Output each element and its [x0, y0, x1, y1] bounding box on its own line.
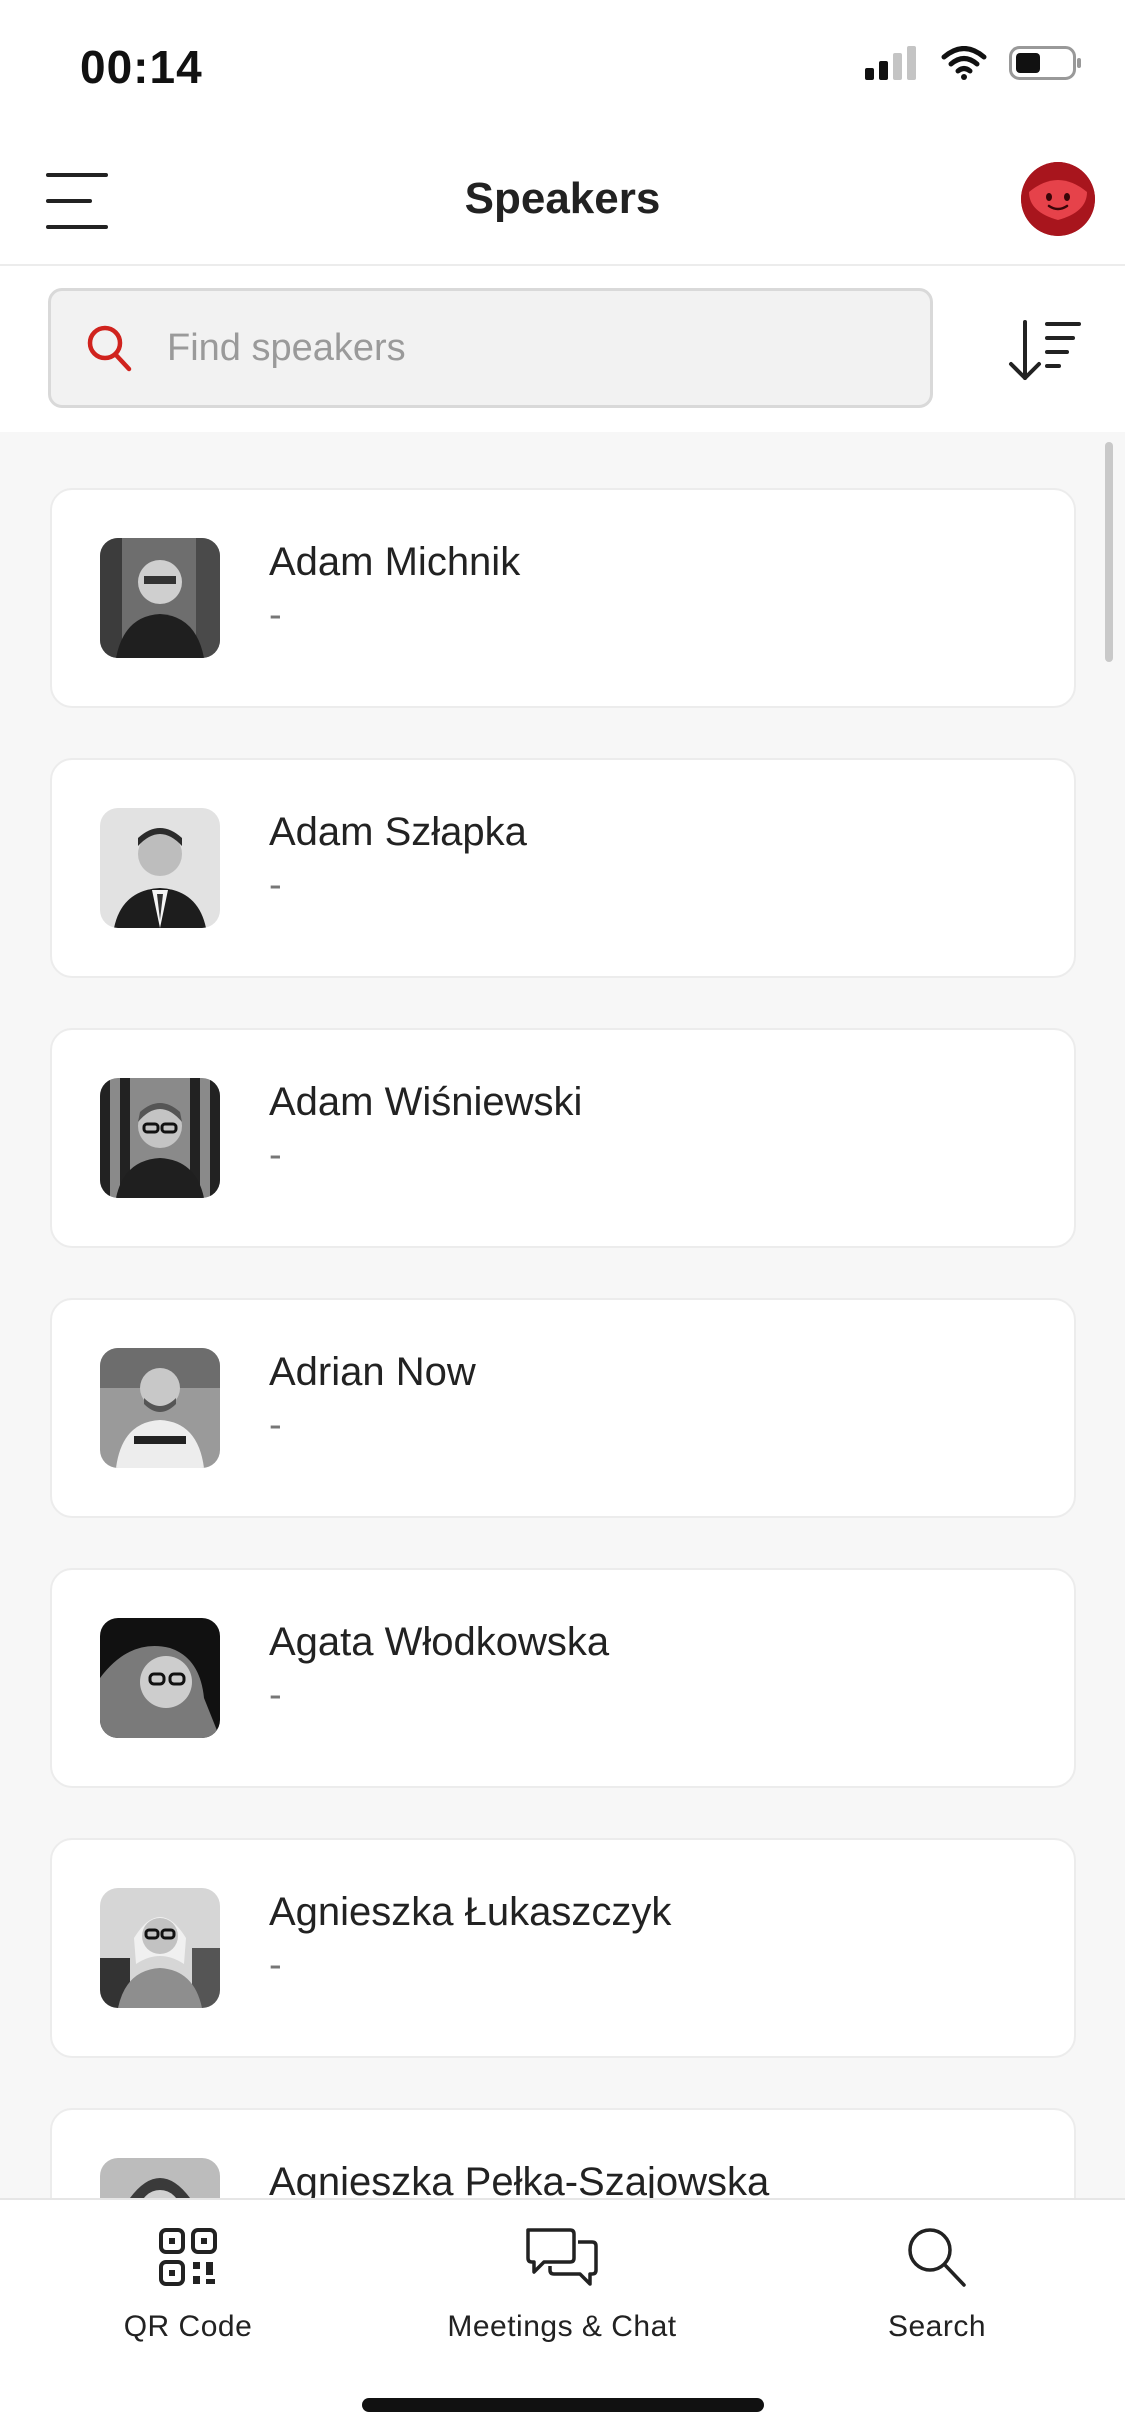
page-title: Speakers — [464, 174, 661, 223]
speaker-photo — [100, 1078, 220, 1198]
home-indicator[interactable] — [362, 2398, 764, 2412]
tab-meetings-chat[interactable]: Meetings & Chat — [412, 2222, 712, 2344]
speaker-card[interactable]: Adam Szłapka - — [50, 758, 1076, 978]
speaker-card[interactable]: Adam Michnik - — [50, 488, 1076, 708]
sort-descending-icon[interactable] — [1005, 314, 1085, 386]
status-icons — [865, 46, 1083, 80]
app-header: Speakers — [0, 140, 1125, 266]
chat-bubbles-icon — [526, 2228, 598, 2286]
speaker-card[interactable]: Agnieszka Pełka-Szajowska — [50, 2108, 1076, 2198]
speaker-subtitle: - — [269, 1944, 282, 1986]
speaker-subtitle: - — [269, 1134, 282, 1176]
list-scrollbar[interactable] — [1105, 442, 1113, 662]
status-time: 00:14 — [80, 41, 203, 93]
speaker-name: Adam Szłapka — [269, 810, 527, 854]
speaker-name: Adam Wiśniewski — [269, 1080, 583, 1124]
speaker-subtitle: - — [269, 1404, 282, 1446]
speaker-name: Agata Włodkowska — [269, 1620, 610, 1664]
speaker-card[interactable]: Adrian Now - — [50, 1298, 1076, 1518]
speaker-photo — [100, 538, 220, 658]
speaker-photo — [100, 1888, 220, 2008]
search-field[interactable] — [48, 288, 933, 408]
wifi-icon — [941, 46, 987, 80]
speaker-subtitle: - — [269, 1674, 282, 1716]
speakers-screen: 00:14 Speakers Find speakers Adam Michni… — [0, 0, 1125, 2436]
tab-label: Search — [887, 2310, 987, 2343]
speaker-name: Agnieszka Łukaszczyk — [269, 1890, 672, 1934]
tab-label: QR Code — [123, 2310, 253, 2343]
qr-code-icon — [159, 2228, 217, 2286]
search-icon — [87, 325, 132, 372]
tab-label: Meetings & Chat — [447, 2310, 677, 2343]
tab-search[interactable]: Search — [787, 2222, 1087, 2344]
speaker-card[interactable]: Agnieszka Łukaszczyk - — [50, 1838, 1076, 2058]
user-avatar[interactable] — [1021, 162, 1095, 236]
search-row — [0, 266, 1125, 432]
speaker-name: Adam Michnik — [269, 540, 521, 584]
tab-qr-code[interactable]: QR Code — [38, 2222, 338, 2344]
speaker-card[interactable]: Agata Włodkowska - — [50, 1568, 1076, 1788]
speaker-list: Adam Michnik - Adam Szłapka - Adam Wiśni… — [0, 432, 1125, 2198]
speaker-subtitle: - — [269, 864, 282, 906]
speaker-card[interactable]: Adam Wiśniewski - — [50, 1028, 1076, 1248]
search-icon — [908, 2228, 966, 2287]
speaker-photo — [100, 1618, 220, 1738]
cellular-signal-icon — [865, 46, 916, 80]
battery-icon — [1009, 46, 1081, 80]
speaker-photo — [100, 808, 220, 928]
speaker-photo — [100, 1348, 220, 1468]
speaker-name: Adrian Now — [269, 1350, 476, 1394]
search-input[interactable] — [167, 311, 907, 385]
speaker-photo — [100, 2158, 220, 2198]
speaker-subtitle: - — [269, 594, 282, 636]
status-bar: 00:14 — [0, 0, 1125, 140]
speaker-name: Agnieszka Pełka-Szajowska — [269, 2160, 770, 2198]
